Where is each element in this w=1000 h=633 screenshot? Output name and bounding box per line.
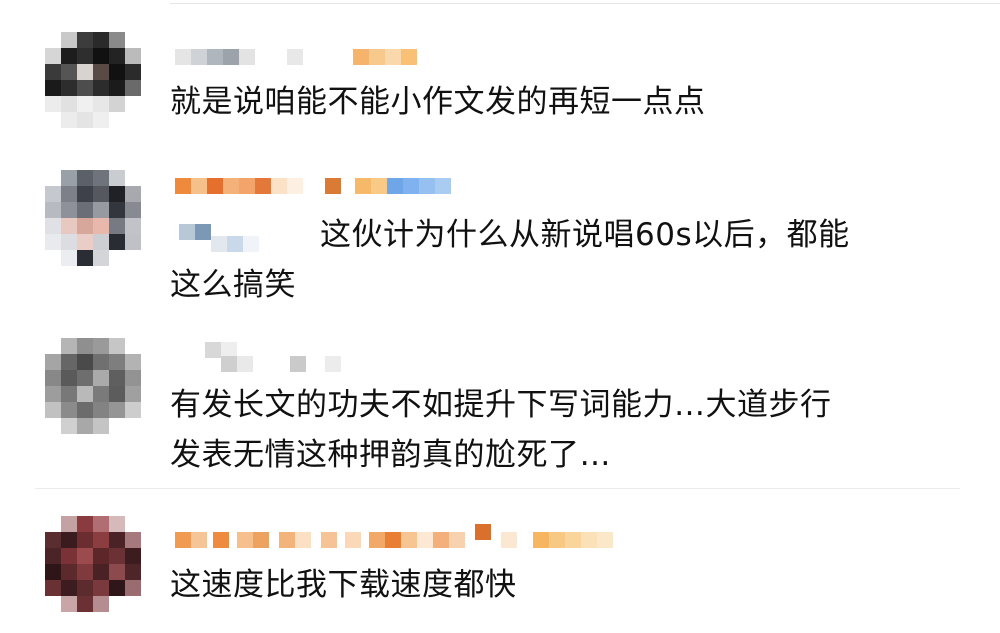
avatar[interactable] — [45, 338, 141, 434]
divider — [35, 488, 960, 489]
comment-text-line: 这么搞笑 — [170, 267, 296, 303]
username[interactable] — [175, 45, 445, 69]
avatar[interactable] — [45, 170, 141, 266]
comment-text: 这伙计为什么从新说唱60s以后，都能 这么搞笑 — [170, 210, 850, 310]
comment-text: 就是说咱能不能小作文发的再短一点点 — [170, 77, 706, 127]
avatar[interactable] — [45, 32, 141, 128]
comment-text-line: 发表无情这种押韵真的尬死了… — [170, 437, 611, 473]
avatar[interactable] — [45, 516, 141, 612]
top-divider — [170, 3, 1000, 4]
username[interactable] — [175, 176, 465, 200]
comment-text: 有发长文的功夫不如提升下写词能力…大道步行 发表无情这种押韵真的尬死了… — [170, 380, 832, 480]
comment-text-line: 有发长文的功夫不如提升下写词能力…大道步行 — [170, 387, 832, 423]
comment-text: 这速度比我下载速度都快 — [170, 560, 517, 610]
username[interactable] — [175, 338, 375, 372]
comment-text-line: 这速度比我下载速度都快 — [170, 567, 517, 603]
comment-text-line: 就是说咱能不能小作文发的再短一点点 — [170, 84, 706, 120]
username[interactable] — [175, 524, 625, 554]
comment-text-line: 这伙计为什么从新说唱60s以后，都能 — [320, 217, 850, 253]
